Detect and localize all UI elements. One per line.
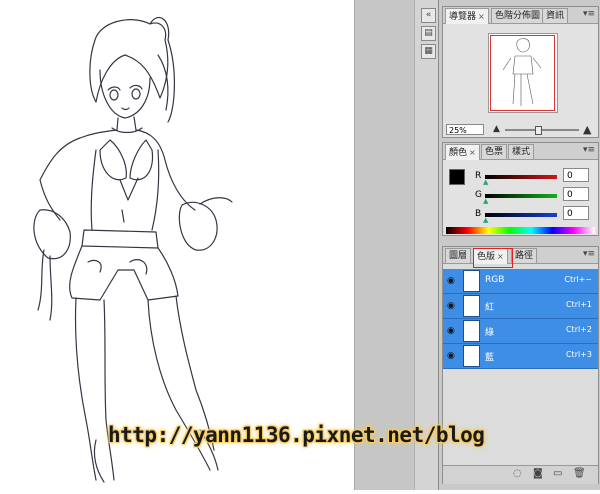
visibility-eye-icon[interactable]: ◉ [447, 276, 459, 286]
zoom-out-icon[interactable]: ▲ [493, 124, 500, 134]
channel-row-blue[interactable]: ◉ 藍 Ctrl+3 [443, 344, 598, 369]
tab-paths[interactable]: 路徑 [511, 248, 538, 263]
channel-shortcut: Ctrl+1 [565, 300, 592, 309]
expand-dock-icon[interactable]: « [421, 8, 436, 23]
tab-navigator-label: 導覽器 [449, 12, 477, 22]
r-label: R [475, 171, 482, 181]
watermark-text: http://yann1136.pixnet.net/blog [108, 423, 485, 447]
navigator-view-box[interactable] [490, 35, 555, 111]
visibility-eye-icon[interactable]: ◉ [447, 301, 459, 311]
channel-shortcut: Ctrl+2 [565, 325, 592, 334]
foreground-color-swatch[interactable] [449, 169, 465, 185]
color-ramp[interactable] [446, 227, 595, 234]
zoom-field[interactable]: 25% [446, 124, 484, 135]
highlight-box [473, 248, 513, 268]
tab-layers-label: 圖層 [449, 251, 468, 261]
tab-color-label: 顏色 [449, 148, 468, 158]
navigator-zoom-bar: 25% ▲ ▲ [443, 123, 598, 137]
panel-menu-icon[interactable]: ▾≡ [583, 145, 595, 155]
tab-info[interactable]: 資訊 [542, 8, 569, 23]
new-channel-icon[interactable]: ▭ [553, 468, 562, 479]
channel-name: 綠 [485, 328, 495, 338]
visibility-eye-icon[interactable]: ◉ [447, 351, 459, 361]
channels-tabrow: 圖層 色版 × 路徑 ▾≡ [443, 247, 598, 264]
save-selection-icon[interactable]: ◙ [533, 468, 543, 479]
channels-footer: ◌ ◙ ▭ 🗑 [443, 465, 598, 484]
g-label: G [475, 190, 482, 200]
r-slider[interactable] [485, 175, 557, 179]
channel-row-red[interactable]: ◉ 紅 Ctrl+1 [443, 294, 598, 319]
r-value[interactable]: 0 [563, 168, 589, 182]
color-tabrow: 顏色 × 色票 樣式 ▾≡ [443, 143, 598, 160]
close-tab-icon[interactable]: × [469, 148, 476, 157]
panel-menu-icon[interactable]: ▾≡ [583, 249, 595, 259]
channel-name: 藍 [485, 353, 495, 363]
b-slider[interactable] [485, 213, 557, 217]
channels-panel: 圖層 色版× 路徑 ▾≡ ◉ RGB Ctrl+~ ◉ 紅 Ctrl+1 ◉ [442, 246, 599, 484]
tab-swatches-label: 色票 [485, 147, 504, 157]
close-tab-icon[interactable]: × [478, 12, 485, 21]
navigator-panel: 導覽器 × 色階分佈圖 資訊 ▾≡ 25% ▲ ▲ [442, 6, 599, 138]
pasteboard-gutter [354, 0, 415, 490]
zoom-slider-thumb[interactable] [535, 126, 542, 135]
g-slider[interactable] [485, 194, 557, 198]
channel-row-green[interactable]: ◉ 綠 Ctrl+2 [443, 319, 598, 344]
channel-shortcut: Ctrl+~ [564, 275, 592, 284]
panels-column: 導覽器 × 色階分佈圖 資訊 ▾≡ 25% ▲ ▲ 顏色 × 色票 樣式 ▾≡ … [438, 0, 600, 490]
b-value[interactable]: 0 [563, 206, 589, 220]
channel-row-rgb[interactable]: ◉ RGB Ctrl+~ [443, 269, 598, 294]
channel-thumbnail [463, 295, 480, 317]
brush-presets-icon[interactable]: ▤ [421, 26, 436, 41]
tab-paths-label: 路徑 [515, 251, 534, 261]
tab-histogram[interactable]: 色階分佈圖 [491, 8, 545, 23]
zoom-slider[interactable] [505, 129, 579, 131]
visibility-eye-icon[interactable]: ◉ [447, 326, 459, 336]
g-slider-thumb[interactable]: ▲ [483, 197, 488, 205]
document-canvas[interactable] [0, 0, 354, 490]
zoom-in-icon[interactable]: ▲ [583, 123, 591, 136]
panel-menu-icon[interactable]: ▾≡ [583, 9, 595, 19]
tab-styles-label: 樣式 [512, 147, 531, 157]
b-label: B [475, 209, 482, 219]
tab-navigator[interactable]: 導覽器 × [445, 8, 489, 24]
tab-styles[interactable]: 樣式 [508, 144, 535, 159]
tab-histogram-label: 色階分佈圖 [495, 11, 541, 21]
delete-channel-icon[interactable]: 🗑 [573, 468, 586, 479]
tab-swatches[interactable]: 色票 [481, 144, 508, 159]
line-art-drawing [33, 17, 233, 483]
channel-name: 紅 [485, 303, 495, 313]
tool-presets-icon[interactable]: ▦ [421, 44, 436, 59]
b-slider-thumb[interactable]: ▲ [483, 216, 488, 224]
channel-name: RGB [485, 275, 505, 285]
tab-layers[interactable]: 圖層 [445, 248, 472, 263]
panel-dock-strip: « ▤ ▦ [414, 0, 439, 490]
tab-color[interactable]: 顏色 × [445, 144, 480, 160]
navigator-preview[interactable] [488, 33, 558, 113]
channel-thumbnail [463, 320, 480, 342]
load-selection-icon[interactable]: ◌ [513, 468, 522, 479]
channel-thumbnail [463, 345, 480, 367]
g-value[interactable]: 0 [563, 187, 589, 201]
channel-shortcut: Ctrl+3 [565, 350, 592, 359]
color-panel: 顏色 × 色票 樣式 ▾≡ R ▲ 0 G ▲ 0 B ▲ 0 [442, 142, 599, 236]
navigator-tabrow: 導覽器 × 色階分佈圖 資訊 ▾≡ [443, 7, 598, 24]
tab-info-label: 資訊 [546, 11, 565, 21]
r-slider-thumb[interactable]: ▲ [483, 178, 488, 186]
channel-thumbnail [463, 270, 480, 292]
